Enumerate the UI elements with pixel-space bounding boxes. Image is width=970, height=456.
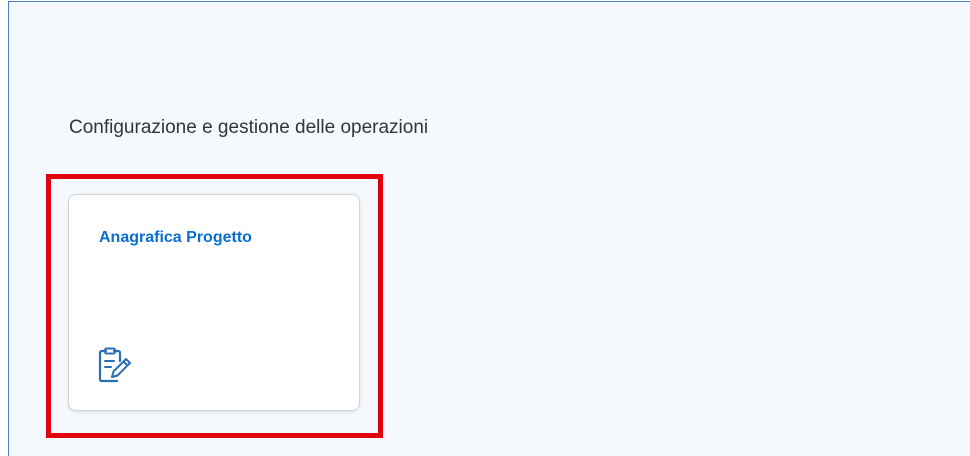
- section-title: Configurazione e gestione delle operazio…: [69, 117, 429, 138]
- tile-anagrafica-progetto[interactable]: Anagrafica Progetto: [68, 194, 360, 411]
- document-edit-icon: [95, 347, 133, 383]
- tile-title: Anagrafica Progetto: [99, 229, 252, 246]
